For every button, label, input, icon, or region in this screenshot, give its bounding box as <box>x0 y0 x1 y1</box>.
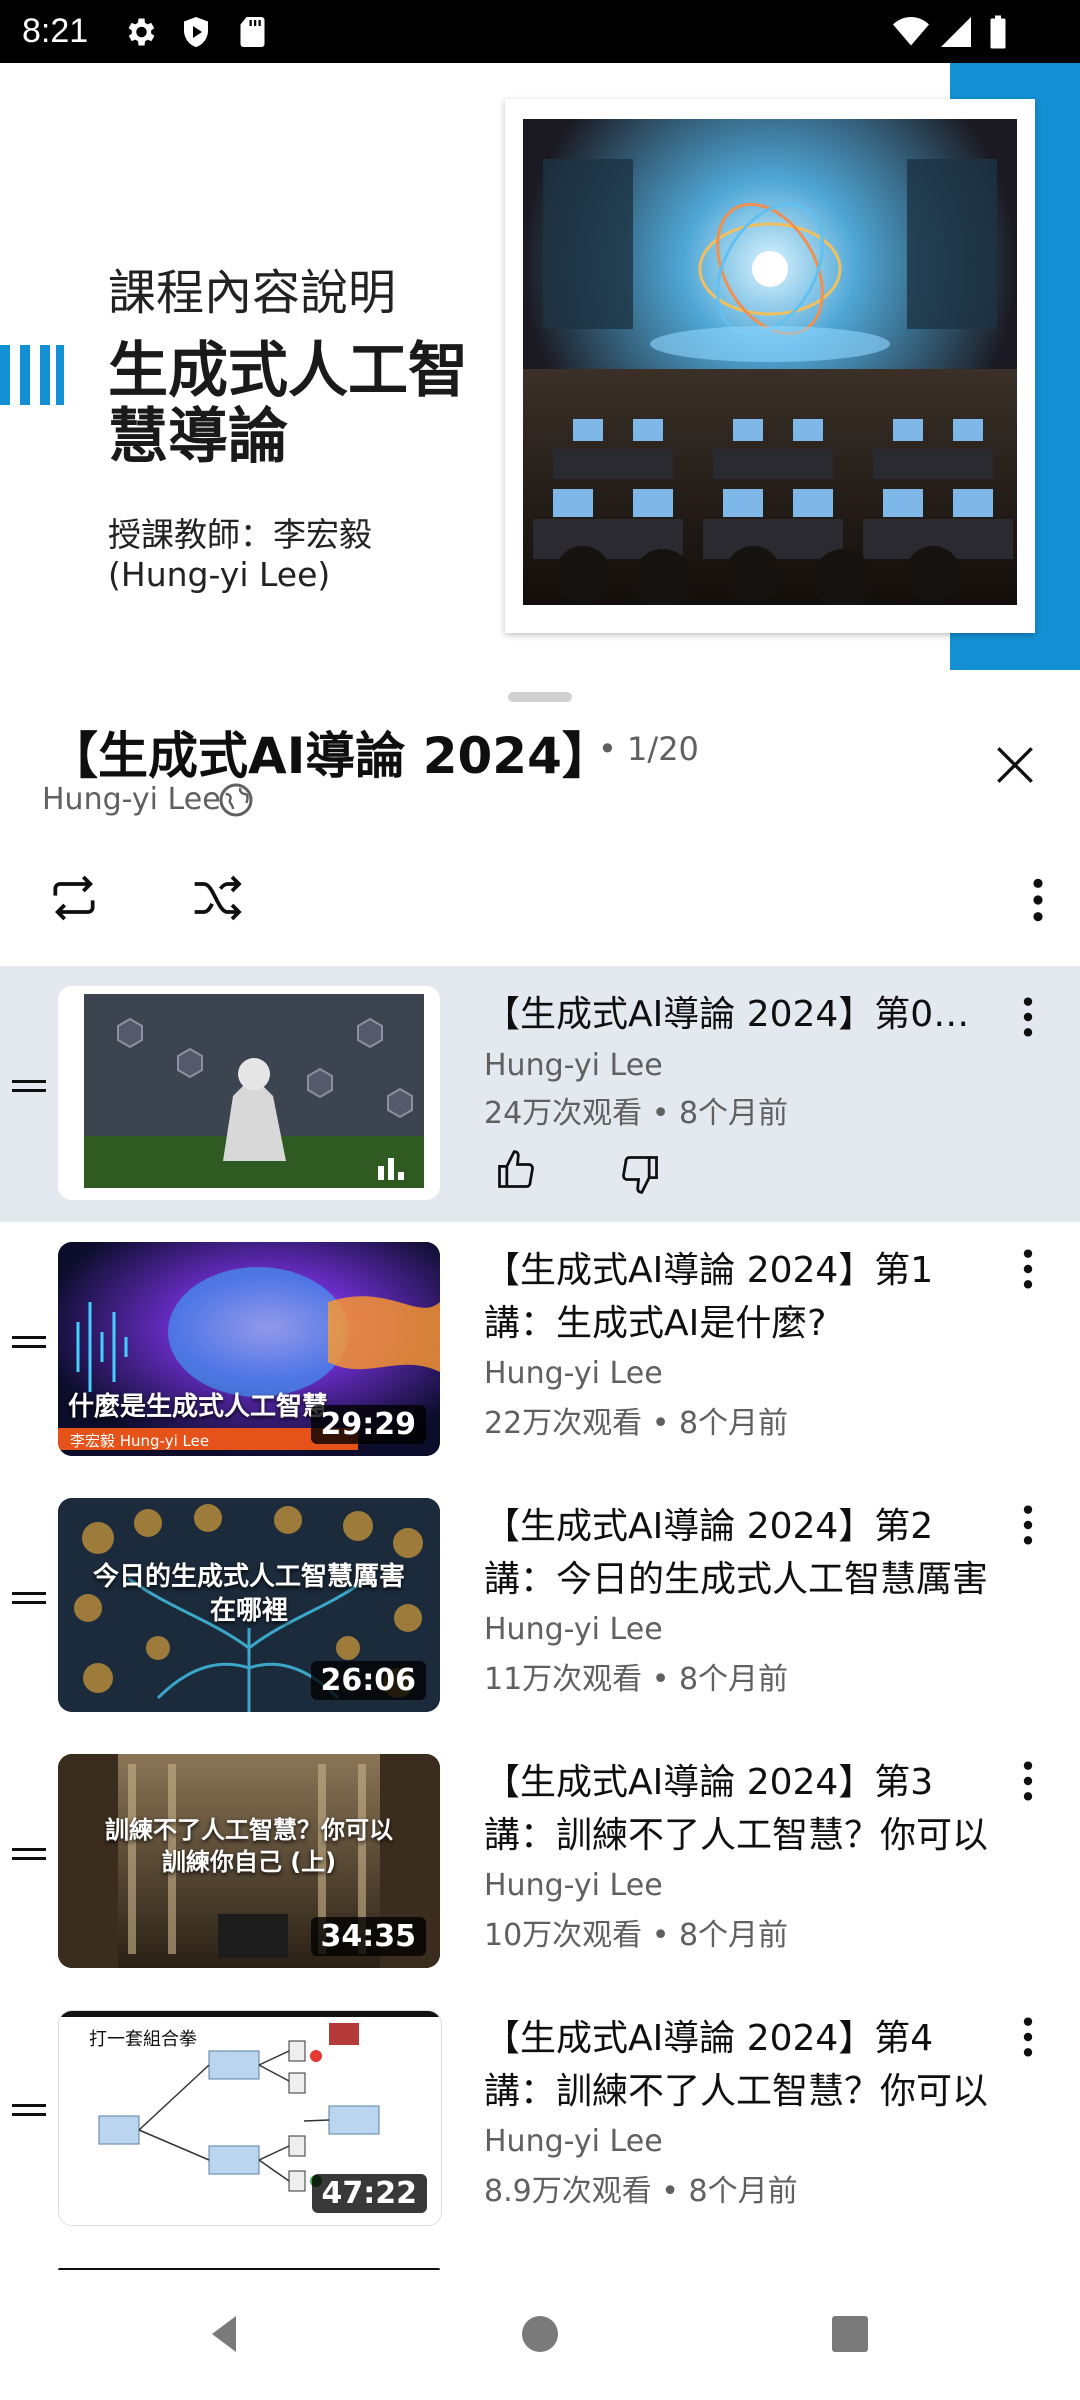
video-title: 【生成式AI導論 2024】第2講：今日的生成式人工智慧厲害在… <box>484 1506 989 1600</box>
video-duration: 34:35 <box>310 1917 426 1956</box>
shuffle-icon[interactable] <box>190 870 246 926</box>
video-thumbnail[interactable]: 訓練不了人工智慧？你可以訓練你自己 (上) 34:35 <box>58 1754 440 1968</box>
close-icon[interactable] <box>990 740 1040 790</box>
wifi-icon <box>893 17 929 46</box>
slide-teacher-name: 授課教師：李宏毅 <box>108 515 372 554</box>
settings-icon <box>128 18 155 46</box>
item-more-icon[interactable] <box>1020 994 1036 1040</box>
cell-signal-icon <box>941 17 971 47</box>
playlist-position: • 1/20 <box>598 730 699 768</box>
sd-card-icon <box>240 17 265 47</box>
recents-icon[interactable] <box>826 2310 874 2358</box>
system-nav-bar <box>0 2270 1080 2400</box>
reorder-handle-icon[interactable] <box>12 2100 46 2120</box>
video-duration: 26:06 <box>310 1661 426 1700</box>
video-player[interactable]: 課程內容說明 生成式人工智慧導論 授課教師：李宏毅 (Hung-yi Lee) <box>0 63 1080 670</box>
thumbnail-caption: 打一套組合拳 <box>89 2029 197 2050</box>
repeat-icon[interactable] <box>46 870 102 926</box>
item-more-icon[interactable] <box>1020 2014 1036 2060</box>
video-channel: Hung-yi Lee <box>484 1356 663 1391</box>
video-meta: 11万次观看 • 8个月前 <box>484 1662 789 1697</box>
video-channel: Hung-yi Lee <box>484 1612 663 1647</box>
video-duration: 29:29 <box>310 1405 426 1444</box>
reorder-handle-icon[interactable] <box>12 1588 46 1608</box>
slide-title: 生成式人工智慧導論 <box>108 336 468 472</box>
thumbnail-author: 李宏毅 Hung-yi Lee <box>70 1432 210 1450</box>
thumbnail-caption: 什麼是生成式人工智慧 <box>68 1392 329 1422</box>
reorder-handle-icon[interactable] <box>12 1844 46 1864</box>
home-icon[interactable] <box>516 2310 564 2358</box>
video-thumbnail[interactable]: 打一套組合拳 47:22 <box>58 2010 442 2226</box>
more-options-icon[interactable] <box>1030 875 1046 925</box>
item-more-icon[interactable] <box>1020 1246 1036 1292</box>
slide-subtitle: 課程內容說明 <box>108 265 397 321</box>
item-more-icon[interactable] <box>1020 1502 1036 1548</box>
video-channel: Hung-yi Lee <box>484 2124 663 2159</box>
video-title: 【生成式AI導論 2024】第1講：生成式AI是什麼? <box>484 1250 934 1344</box>
video-duration: 47:22 <box>311 2174 427 2213</box>
battery-icon <box>990 15 1006 49</box>
slide-teacher-english: (Hung-yi Lee) <box>108 555 331 594</box>
reorder-handle-icon[interactable] <box>12 1076 46 1096</box>
video-meta: 22万次观看 • 8个月前 <box>484 1406 789 1441</box>
thumbnail-caption: 今日的生成式人工智慧厲害在哪裡 <box>92 1562 405 1626</box>
play-protect-icon <box>184 17 208 47</box>
status-bar: 8:21 <box>0 0 1080 63</box>
video-thumbnail[interactable]: 今日的生成式人工智慧厲害在哪裡 26:06 <box>58 1498 440 1712</box>
playlist-item-1[interactable]: 什麼是生成式人工智慧 李宏毅 Hung-yi Lee 29:29 【生成式AI導… <box>0 1222 1080 1478</box>
thumbnail-caption: 訓練不了人工智慧？你可以訓練你自己 (上) <box>105 1816 393 1876</box>
video-channel: Hung-yi Lee <box>484 1048 663 1083</box>
playlist-channel[interactable]: Hung-yi Lee <box>42 782 221 817</box>
playlist-title: 【生成式AI導論 2024】 <box>48 727 612 785</box>
playlist-item-3[interactable]: 訓練不了人工智慧？你可以訓練你自己 (上) 34:35 【生成式AI導論 202… <box>0 1734 1080 1990</box>
slide-teacher: 授課教師：李宏毅 (Hung-yi Lee) <box>108 515 372 595</box>
video-channel: Hung-yi Lee <box>484 1868 663 1903</box>
video-meta: 8.9万次观看 • 8个月前 <box>484 2174 798 2209</box>
video-thumbnail[interactable]: 什麼是生成式人工智慧 李宏毅 Hung-yi Lee 29:29 <box>58 1242 440 1456</box>
slide-bars-decoration <box>0 345 64 405</box>
thumbnail-image <box>58 986 440 1200</box>
video-meta: 24万次观看 • 8个月前 <box>484 1096 789 1131</box>
video-meta: 10万次观看 • 8个月前 <box>484 1918 789 1953</box>
globe-icon <box>219 783 253 817</box>
classroom-ai-image <box>523 119 1017 605</box>
drag-handle[interactable] <box>508 692 572 702</box>
item-more-icon[interactable] <box>1020 1758 1036 1804</box>
like-icon[interactable] <box>494 1148 538 1192</box>
back-icon[interactable] <box>200 2310 248 2358</box>
playlist-item-0[interactable]: 【生成式AI導論 2024】第0講… Hung-yi Lee 24万次观看 • … <box>0 966 1080 1222</box>
video-thumbnail[interactable] <box>58 986 440 1200</box>
video-title: 【生成式AI導論 2024】第4講：訓練不了人工智慧？你可以訓… <box>484 2018 989 2112</box>
playlist-item-2[interactable]: 今日的生成式人工智慧厲害在哪裡 26:06 【生成式AI導論 2024】第2講：… <box>0 1478 1080 1734</box>
playlist-item-4[interactable]: 打一套組合拳 47:22 【生成式AI導論 2024】第4講：訓練不了人工智慧？… <box>0 1990 1080 2246</box>
status-time: 8:21 <box>22 12 89 50</box>
slide-photo-frame <box>505 99 1035 633</box>
reorder-handle-icon[interactable] <box>12 1332 46 1352</box>
dislike-icon[interactable] <box>618 1152 662 1196</box>
video-title: 【生成式AI導論 2024】第0講… <box>484 994 994 1035</box>
video-title: 【生成式AI導論 2024】第3講：訓練不了人工智慧？你可以訓… <box>484 1762 989 1856</box>
